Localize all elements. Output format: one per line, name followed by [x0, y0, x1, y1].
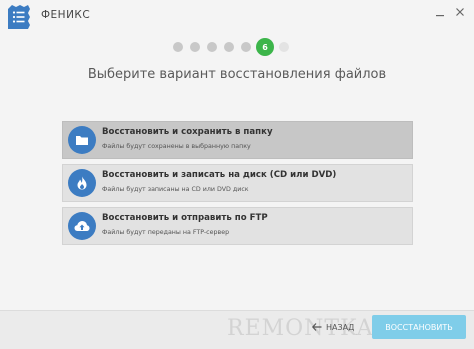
option-title: Восстановить и записать на диск (CD или …: [102, 170, 337, 180]
option-subtitle: Файлы будут переданы на FTP-сервер: [102, 229, 230, 236]
app-window: ФЕНИКС 6 Выберите вариант восстановления…: [0, 0, 474, 349]
step-dot-3: [207, 42, 217, 52]
title-bar: ФЕНИКС: [0, 0, 474, 34]
step-dot-1: [173, 42, 183, 52]
option-subtitle: Файлы будут записаны на CD или DVD диск: [102, 186, 249, 193]
fire-icon: [68, 169, 96, 197]
step-dot-4: [224, 42, 234, 52]
folder-icon: [68, 126, 96, 154]
option-title: Восстановить и сохранить в папку: [102, 127, 273, 137]
step-dot-7: [279, 42, 289, 52]
menu-list-icon[interactable]: [4, 3, 32, 31]
close-icon: [456, 8, 464, 16]
cloud-upload-icon: [68, 212, 96, 240]
back-button[interactable]: НАЗАД: [312, 318, 354, 336]
minimize-button[interactable]: [431, 3, 449, 21]
step-dot-current: 6: [256, 38, 274, 56]
back-button-label: НАЗАД: [326, 322, 355, 332]
option-burn-to-disc[interactable]: Восстановить и записать на диск (CD или …: [62, 164, 413, 202]
restore-button[interactable]: ВОССТАНОВИТЬ: [372, 315, 466, 339]
minimize-icon: [436, 15, 444, 17]
close-button[interactable]: [451, 3, 469, 21]
page-title: Выберите вариант восстановления файлов: [87, 67, 387, 82]
option-send-via-ftp[interactable]: Восстановить и отправить по FTP Файлы бу…: [62, 207, 413, 245]
step-dot-2: [190, 42, 200, 52]
option-save-to-folder[interactable]: Восстановить и сохранить в папку Файлы б…: [62, 121, 413, 159]
option-title: Восстановить и отправить по FTP: [102, 213, 268, 223]
step-progress-indicator: 6: [173, 38, 303, 56]
step-dot-5: [241, 42, 251, 52]
option-subtitle: Файлы будут сохранены в выбранную папку: [102, 143, 251, 150]
arrow-left-icon: [312, 323, 322, 331]
app-title: ФЕНИКС: [41, 9, 91, 21]
